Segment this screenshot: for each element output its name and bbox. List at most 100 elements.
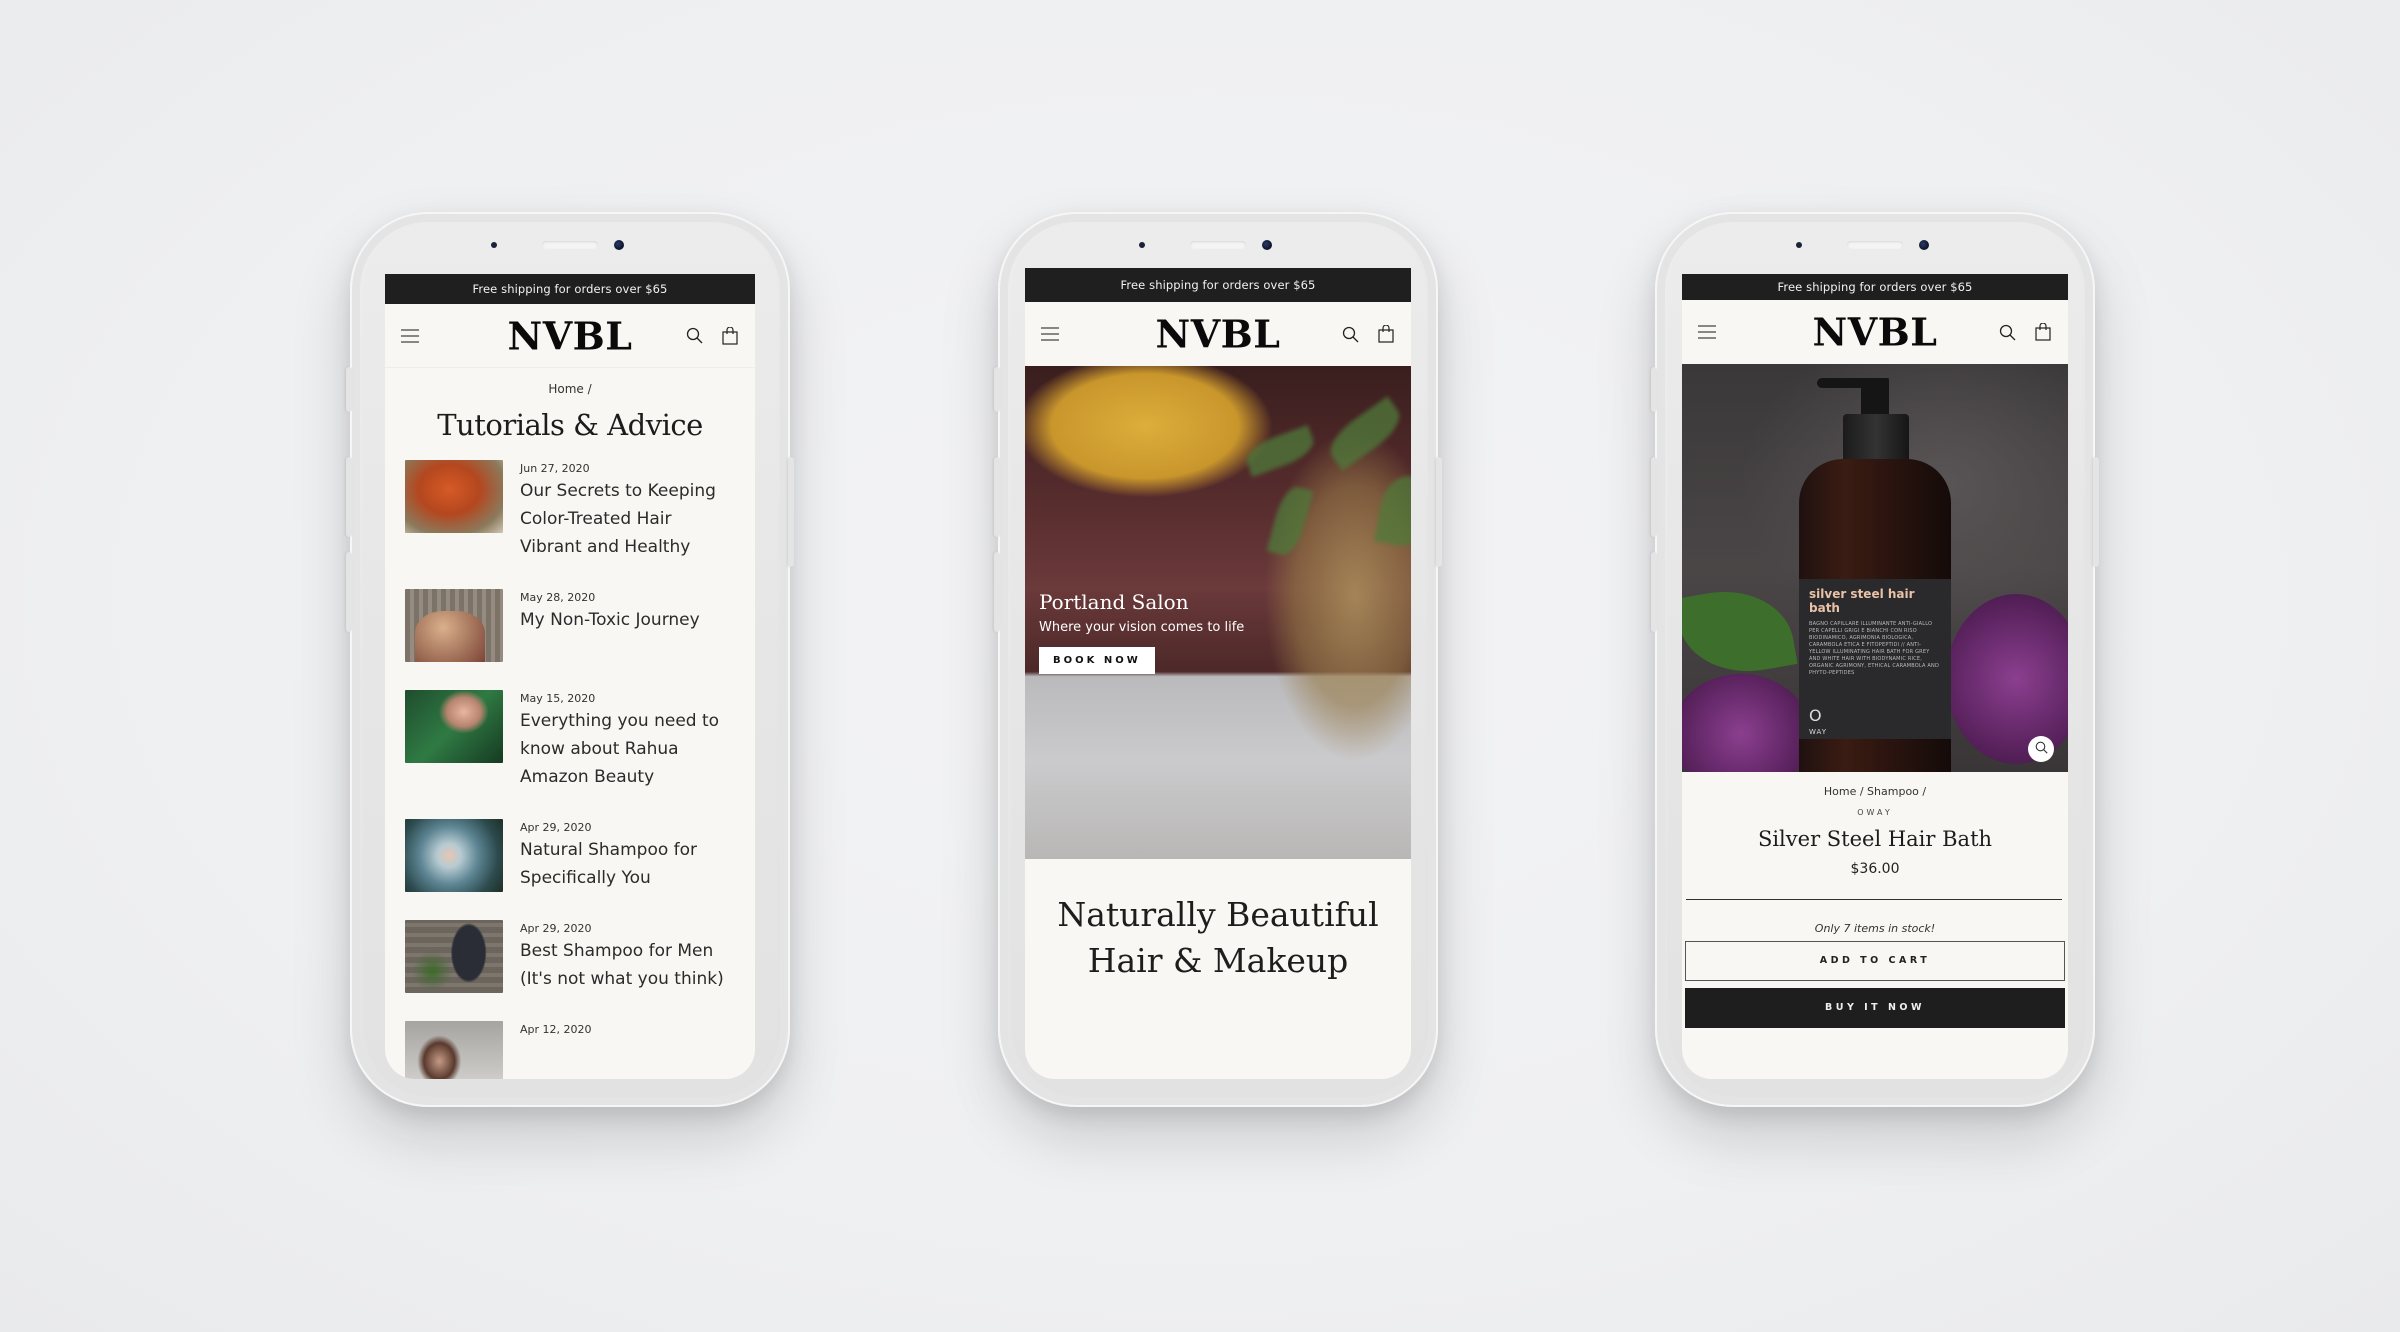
- oway-logo-mark: O: [1809, 706, 1822, 725]
- front-camera: [1262, 240, 1272, 250]
- brand-logo[interactable]: NVBL: [1812, 310, 1937, 355]
- divider: [1686, 899, 2062, 900]
- volume-up-button: [1651, 457, 1657, 537]
- front-camera: [1919, 240, 1929, 250]
- earpiece: [1190, 241, 1246, 249]
- article-thumbnail[interactable]: [405, 1021, 503, 1079]
- screen: Free shipping for orders over $65 NVBL P…: [1025, 268, 1411, 1079]
- volume-down-button: [1651, 552, 1657, 632]
- article-thumbnail[interactable]: [405, 589, 503, 662]
- article-item[interactable]: Jun 27, 2020 Our Secrets to Keeping Colo…: [405, 460, 735, 561]
- article-date: Jun 27, 2020: [520, 462, 590, 475]
- brand-logo[interactable]: NVBL: [1155, 312, 1280, 357]
- screen: Free shipping for orders over $65 NVBL H…: [385, 274, 755, 1079]
- article-item[interactable]: Apr 29, 2020 Natural Shampoo for Specifi…: [405, 819, 735, 892]
- article-item[interactable]: May 15, 2020 Everything you need to know…: [405, 690, 735, 791]
- site-header: NVBL: [1025, 302, 1411, 366]
- announcement-bar: Free shipping for orders over $65: [1682, 274, 2068, 300]
- power-button: [1436, 457, 1442, 567]
- phone-mockup-product: Free shipping for orders over $65 NVBL s…: [1651, 212, 2099, 1107]
- cart-icon[interactable]: [1375, 323, 1397, 345]
- volume-down-button: [994, 552, 1000, 632]
- screen: Free shipping for orders over $65 NVBL s…: [1682, 274, 2068, 1079]
- article-thumbnail[interactable]: [405, 460, 503, 533]
- menu-icon[interactable]: [399, 325, 421, 347]
- earpiece: [1847, 241, 1903, 249]
- power-button: [788, 457, 794, 567]
- breadcrumb[interactable]: Home / Shampoo /: [1682, 785, 2068, 798]
- lilac-flower-decoration: [1682, 674, 1811, 772]
- stock-notice: Only 7 items in stock!: [1814, 922, 1936, 935]
- article-date: Apr 29, 2020: [520, 922, 592, 935]
- product-price: $36.00: [1850, 861, 1900, 877]
- article-thumbnail[interactable]: [405, 690, 503, 763]
- search-icon[interactable]: [1996, 321, 2018, 343]
- plant-leaf-decoration: [1374, 472, 1411, 550]
- volume-down-button: [346, 552, 352, 632]
- search-icon[interactable]: [1339, 323, 1361, 345]
- front-camera: [614, 240, 624, 250]
- article-date: Apr 29, 2020: [520, 821, 592, 834]
- announcement-bar: Free shipping for orders over $65: [1025, 268, 1411, 302]
- article-title[interactable]: Natural Shampoo for Specifically You: [520, 836, 710, 892]
- proximity-sensor: [491, 242, 497, 248]
- pump-head: [1861, 384, 1889, 418]
- earpiece: [542, 241, 598, 249]
- menu-icon[interactable]: [1696, 321, 1718, 343]
- book-now-button[interactable]: BOOK NOW: [1039, 647, 1155, 674]
- cart-icon[interactable]: [2032, 321, 2054, 343]
- article-item[interactable]: Apr 12, 2020: [405, 1021, 735, 1079]
- oway-logo-text: WAY: [1809, 728, 1828, 736]
- label-description: BAGNO CAPILLARE ILLUMINANTE ANTI-GIALLO …: [1809, 621, 1940, 676]
- mute-switch: [346, 367, 352, 412]
- article-item[interactable]: Apr 29, 2020 Best Shampoo for Men (It's …: [405, 920, 735, 993]
- volume-up-button: [346, 457, 352, 537]
- announcement-bar: Free shipping for orders over $65: [385, 274, 755, 304]
- article-thumbnail[interactable]: [405, 819, 503, 892]
- proximity-sensor: [1139, 242, 1145, 248]
- cart-icon[interactable]: [719, 325, 741, 347]
- brand-logo[interactable]: NVBL: [507, 313, 632, 358]
- phone-mockup-home: Free shipping for orders over $65 NVBL P…: [994, 212, 1442, 1107]
- hero-subtitle: Where your vision comes to life: [1039, 620, 1245, 635]
- bottle-label: silver steel hair bath BAGNO CAPILLARE I…: [1799, 579, 1951, 739]
- power-button: [2093, 457, 2099, 567]
- product-title: Silver Steel Hair Bath: [1757, 827, 1993, 851]
- product-image[interactable]: silver steel hair bath BAGNO CAPILLARE I…: [1682, 364, 2068, 772]
- volume-up-button: [994, 457, 1000, 537]
- hero-banner: Portland Salon Where your vision comes t…: [1025, 366, 1411, 859]
- buy-it-now-button[interactable]: BUY IT NOW: [1685, 988, 2065, 1028]
- label-product-name: silver steel hair bath: [1809, 587, 1915, 615]
- search-icon[interactable]: [683, 325, 705, 347]
- mute-switch: [1651, 367, 1657, 412]
- leaf-decoration: [1682, 580, 1798, 683]
- phone-mockup-blog: Free shipping for orders over $65 NVBL H…: [346, 212, 794, 1107]
- add-to-cart-button[interactable]: ADD TO CART: [1685, 941, 2065, 981]
- site-header: NVBL: [385, 304, 755, 368]
- article-title[interactable]: My Non-Toxic Journey: [520, 606, 700, 634]
- hero-title: Portland Salon: [1039, 590, 1189, 614]
- article-title[interactable]: Best Shampoo for Men (It's not what you …: [520, 937, 730, 993]
- article-date: Apr 12, 2020: [520, 1023, 592, 1036]
- menu-icon[interactable]: [1039, 323, 1061, 345]
- article-title[interactable]: Everything you need to know about Rahua …: [520, 707, 730, 791]
- zoom-icon: [2035, 741, 2048, 757]
- plant-leaf-decoration: [1241, 424, 1319, 478]
- article-thumbnail[interactable]: [405, 920, 503, 993]
- product-vendor[interactable]: OWAY: [1682, 808, 2068, 817]
- page-title: Tutorials & Advice: [437, 408, 703, 442]
- mute-switch: [994, 367, 1000, 412]
- plant-leaf-decoration: [1322, 396, 1408, 471]
- image-zoom-button[interactable]: [2028, 736, 2054, 762]
- tagline-line-2: Hair & Makeup: [1087, 941, 1349, 980]
- tagline: Naturally Beautiful Hair & Makeup: [1025, 892, 1411, 984]
- hero-content: Portland Salon Where your vision comes t…: [1039, 590, 1244, 674]
- article-title[interactable]: Our Secrets to Keeping Color-Treated Hai…: [520, 477, 730, 561]
- breadcrumb[interactable]: Home /: [385, 382, 755, 396]
- article-date: May 28, 2020: [520, 591, 596, 604]
- proximity-sensor: [1796, 242, 1802, 248]
- plant-leaf-decoration: [1266, 483, 1314, 559]
- article-list: Jun 27, 2020 Our Secrets to Keeping Colo…: [385, 460, 755, 1079]
- article-item[interactable]: May 28, 2020 My Non-Toxic Journey: [405, 589, 735, 662]
- article-date: May 15, 2020: [520, 692, 596, 705]
